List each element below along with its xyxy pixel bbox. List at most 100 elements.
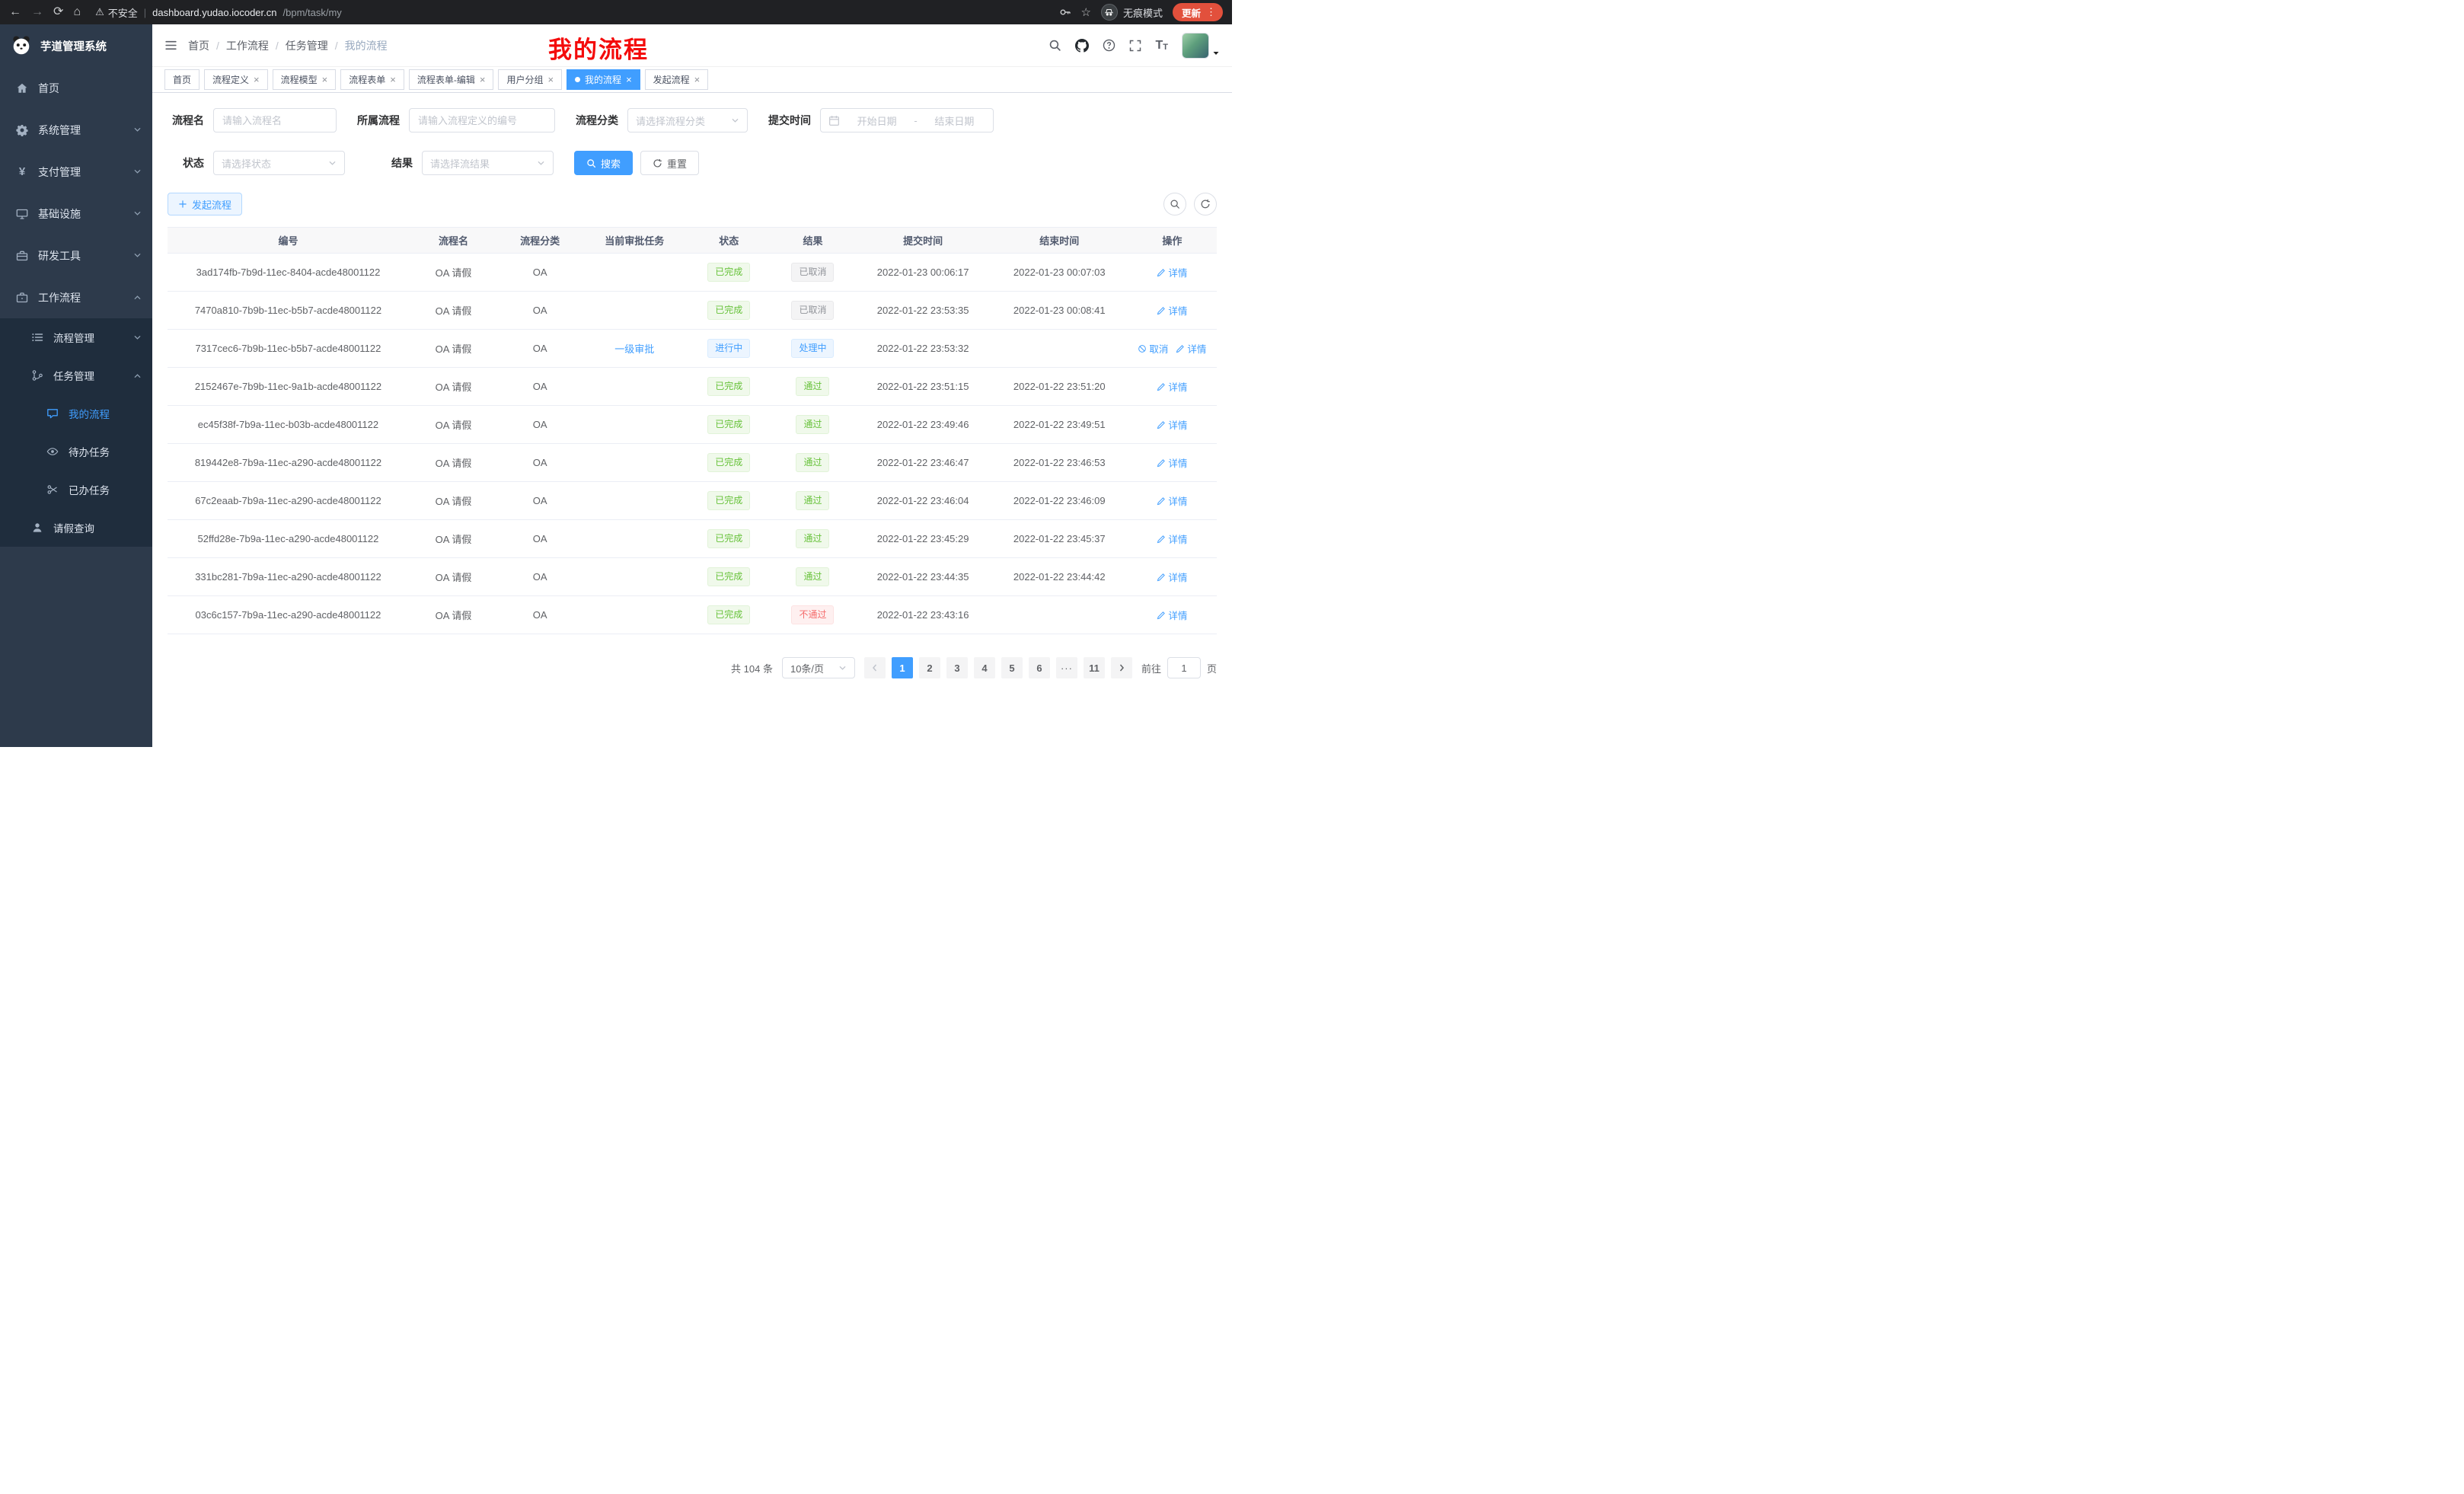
start-process-button[interactable]: 发起流程 bbox=[168, 193, 242, 215]
github-icon[interactable] bbox=[1075, 39, 1089, 53]
pager-page-3[interactable]: 3 bbox=[946, 657, 968, 678]
sidebar-item-process-mgmt[interactable]: 流程管理 bbox=[0, 318, 152, 356]
browser-forward-icon[interactable]: → bbox=[31, 6, 43, 18]
detail-link[interactable]: 详情 bbox=[1157, 303, 1187, 318]
help-icon[interactable] bbox=[1103, 39, 1116, 52]
page-size-select[interactable]: 10条/页 bbox=[782, 657, 855, 678]
sidebar-item-my-process[interactable]: 我的流程 bbox=[0, 394, 152, 433]
refresh-table-button[interactable] bbox=[1194, 193, 1217, 215]
current-task-link[interactable]: 一级审批 bbox=[614, 343, 654, 355]
breadcrumb-home[interactable]: 首页 bbox=[188, 38, 209, 53]
detail-link[interactable]: 详情 bbox=[1157, 570, 1187, 584]
avatar[interactable] bbox=[1182, 33, 1209, 59]
cell-status: 已完成 bbox=[687, 292, 771, 330]
tab-close-icon[interactable]: × bbox=[694, 75, 701, 85]
tab-process-model[interactable]: 流程模型× bbox=[273, 69, 337, 90]
cell-actions: 详情 bbox=[1128, 520, 1217, 558]
gear-icon bbox=[15, 124, 29, 136]
sidebar-item-payment[interactable]: ¥支付管理 bbox=[0, 151, 152, 193]
breadcrumb-task-mgmt[interactable]: 任务管理 bbox=[286, 38, 328, 53]
sidebar-item-home[interactable]: 首页 bbox=[0, 67, 152, 109]
tab-close-icon[interactable]: × bbox=[547, 75, 554, 85]
tab-start-process[interactable]: 发起流程× bbox=[645, 69, 709, 90]
pager-page-4[interactable]: 4 bbox=[974, 657, 995, 678]
pager-next-button[interactable] bbox=[1111, 657, 1132, 678]
browser-home-icon[interactable]: ⌂ bbox=[73, 6, 81, 18]
sidebar-item-todo-task[interactable]: 待办任务 bbox=[0, 433, 152, 471]
pager-page-2[interactable]: 2 bbox=[919, 657, 940, 678]
process-name-input[interactable] bbox=[213, 108, 337, 132]
column-header: 当前审批任务 bbox=[582, 228, 687, 254]
process-name-label: 流程名 bbox=[168, 113, 204, 128]
search-icon[interactable] bbox=[1048, 39, 1061, 52]
app-logo[interactable]: 芋道管理系统 bbox=[0, 24, 152, 67]
status-tag: 通过 bbox=[796, 415, 829, 433]
tab-close-icon[interactable]: × bbox=[322, 75, 328, 85]
bookmark-star-icon[interactable]: ☆ bbox=[1081, 5, 1091, 19]
cancel-link[interactable]: 取消 bbox=[1138, 341, 1168, 356]
breadcrumb-workflow[interactable]: 工作流程 bbox=[226, 38, 269, 53]
tab-close-icon[interactable]: × bbox=[480, 75, 486, 85]
hide-search-button[interactable] bbox=[1163, 193, 1186, 215]
tab-process-form-edit[interactable]: 流程表单-编辑 × bbox=[409, 69, 494, 90]
tab-close-icon[interactable]: × bbox=[626, 75, 632, 85]
sidebar-item-task-mgmt[interactable]: 任务管理 bbox=[0, 356, 152, 394]
pager-page-5[interactable]: 5 bbox=[1001, 657, 1023, 678]
cell-category: OA bbox=[498, 406, 582, 444]
sidebar-item-infrastructure[interactable]: 基础设施 bbox=[0, 193, 152, 235]
pager-more-button[interactable]: ··· bbox=[1056, 657, 1077, 678]
browser-update-button[interactable]: 更新 ⋮ bbox=[1173, 3, 1223, 21]
detail-link[interactable]: 详情 bbox=[1176, 341, 1206, 356]
sidebar-item-devtools[interactable]: 研发工具 bbox=[0, 235, 152, 276]
result-select[interactable]: 请选择流结果 bbox=[422, 151, 554, 175]
chevron-down-icon bbox=[731, 117, 739, 125]
search-button-label: 搜索 bbox=[601, 156, 621, 171]
detail-link[interactable]: 详情 bbox=[1157, 417, 1187, 432]
sidebar-item-label: 流程管理 bbox=[53, 330, 94, 345]
key-icon[interactable] bbox=[1059, 6, 1071, 18]
sidebar-item-done-task[interactable]: 已办任务 bbox=[0, 471, 152, 509]
tab-home[interactable]: 首页 bbox=[164, 69, 199, 90]
category-select[interactable]: 请选择流程分类 bbox=[627, 108, 748, 132]
tab-process-form[interactable]: 流程表单× bbox=[340, 69, 404, 90]
process-definition-input[interactable] bbox=[409, 108, 555, 132]
pager-prev-button[interactable] bbox=[864, 657, 886, 678]
fullscreen-icon[interactable] bbox=[1129, 40, 1141, 52]
browser-reload-icon[interactable]: ⟳ bbox=[53, 6, 63, 18]
tab-close-icon[interactable]: × bbox=[390, 75, 396, 85]
page-goto-input[interactable] bbox=[1167, 657, 1201, 678]
detail-link[interactable]: 详情 bbox=[1157, 608, 1187, 622]
pager-page-11[interactable]: 11 bbox=[1084, 657, 1105, 678]
pager-page-6[interactable]: 6 bbox=[1029, 657, 1050, 678]
tab-close-icon[interactable]: × bbox=[254, 75, 260, 85]
status-select[interactable]: 请选择状态 bbox=[213, 151, 345, 175]
sidebar-item-label: 待办任务 bbox=[69, 444, 110, 459]
browser-back-icon[interactable]: ← bbox=[9, 6, 21, 18]
detail-link[interactable]: 详情 bbox=[1157, 493, 1187, 508]
user-menu[interactable] bbox=[1182, 33, 1220, 59]
pager-page-1[interactable]: 1 bbox=[892, 657, 913, 678]
detail-link[interactable]: 详情 bbox=[1157, 379, 1187, 394]
security-warning[interactable]: ⚠ 不安全 bbox=[95, 5, 138, 20]
search-button[interactable]: 搜索 bbox=[574, 151, 633, 175]
kebab-menu-icon[interactable]: ⋮ bbox=[1206, 6, 1216, 18]
sidebar-nav: 首页系统管理¥支付管理基础设施研发工具工作流程流程管理任务管理我的流程待办任务已… bbox=[0, 67, 152, 547]
pager-goto: 前往 页 bbox=[1141, 657, 1217, 678]
tab-process-definition[interactable]: 流程定义× bbox=[204, 69, 268, 90]
address-bar[interactable]: ⚠ 不安全 | dashboard.yudao.iocoder.cn/bpm/t… bbox=[95, 5, 1048, 20]
detail-link[interactable]: 详情 bbox=[1157, 532, 1187, 546]
sidebar-item-system[interactable]: 系统管理 bbox=[0, 109, 152, 151]
reset-button[interactable]: 重置 bbox=[640, 151, 699, 175]
sidebar-item-workflow[interactable]: 工作流程 bbox=[0, 276, 152, 318]
hamburger-icon[interactable] bbox=[164, 39, 177, 52]
font-size-icon[interactable]: TT bbox=[1155, 40, 1168, 52]
detail-link[interactable]: 详情 bbox=[1157, 455, 1187, 470]
tab-label: 流程表单-编辑 bbox=[417, 73, 475, 86]
chevron-down-icon bbox=[838, 664, 847, 672]
submit-time-range-picker[interactable]: 开始日期 - 结束日期 bbox=[820, 108, 994, 132]
tab-user-group[interactable]: 用户分组× bbox=[498, 69, 562, 90]
detail-link[interactable]: 详情 bbox=[1157, 265, 1187, 279]
tab-my-process[interactable]: 我的流程× bbox=[567, 69, 640, 90]
status-tag: 已完成 bbox=[707, 263, 750, 281]
sidebar-item-leave-query[interactable]: 请假查询 bbox=[0, 509, 152, 547]
